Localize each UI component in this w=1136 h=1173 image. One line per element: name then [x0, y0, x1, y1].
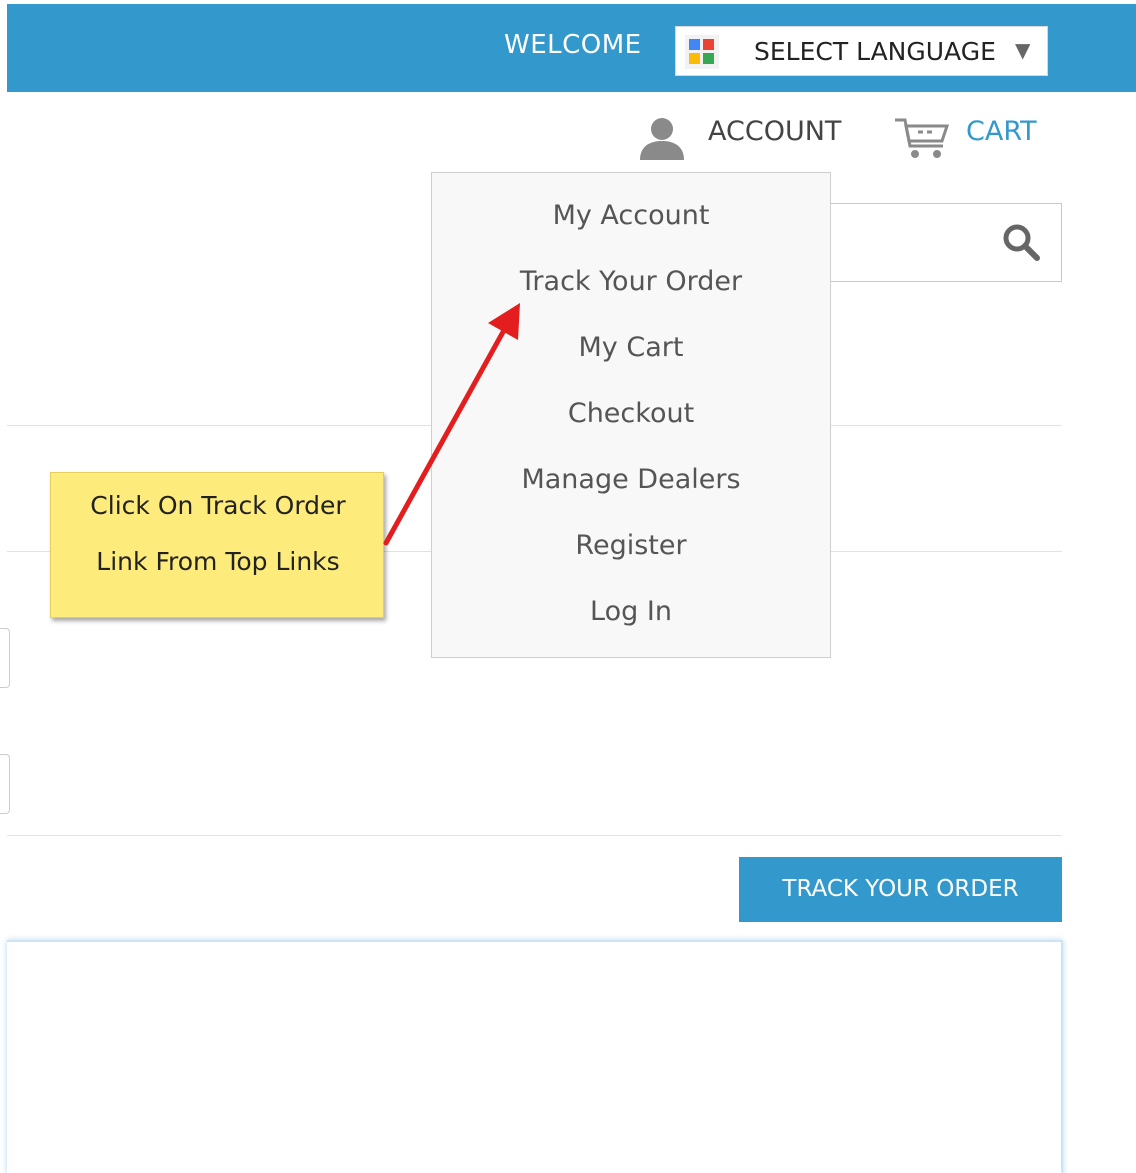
- search-input[interactable]: [800, 203, 1062, 282]
- cart-label: CART: [966, 116, 1037, 147]
- account-dropdown-menu: My Account Track Your Order My Cart Chec…: [431, 172, 831, 658]
- callout-line-1: Click On Track Order: [90, 491, 346, 520]
- account-label: ACCOUNT: [708, 116, 842, 147]
- form-field[interactable]: [0, 628, 10, 688]
- divider: [7, 835, 1062, 836]
- cart-icon: [895, 118, 950, 158]
- form-field[interactable]: [0, 754, 10, 814]
- menu-item-my-account[interactable]: My Account: [432, 191, 830, 241]
- track-your-order-button[interactable]: TRACK YOUR ORDER: [739, 857, 1062, 922]
- menu-item-log-in[interactable]: Log In: [432, 587, 830, 637]
- annotation-callout: Click On Track Order Link From Top Links: [50, 472, 384, 618]
- order-result-panel: [7, 940, 1063, 1173]
- menu-item-checkout[interactable]: Checkout: [432, 389, 830, 439]
- language-select-label: SELECT LANGUAGE: [754, 37, 996, 66]
- google-logo-icon: [685, 35, 719, 69]
- menu-item-my-cart[interactable]: My Cart: [432, 323, 830, 373]
- person-icon: [640, 118, 684, 160]
- search-icon[interactable]: [1001, 222, 1041, 262]
- menu-item-track-your-order[interactable]: Track Your Order: [432, 257, 830, 307]
- callout-line-2: Link From Top Links: [96, 547, 340, 576]
- menu-item-manage-dealers[interactable]: Manage Dealers: [432, 455, 830, 505]
- chevron-down-icon: ▼: [1015, 38, 1031, 62]
- top-bar: WELCOME SELECT LANGUAGE ▼: [7, 4, 1136, 92]
- language-select[interactable]: SELECT LANGUAGE ▼: [675, 26, 1048, 76]
- welcome-text: WELCOME: [504, 30, 642, 60]
- menu-item-register[interactable]: Register: [432, 521, 830, 571]
- cart-link[interactable]: CART: [893, 112, 1053, 162]
- account-link[interactable]: ACCOUNT: [638, 112, 858, 162]
